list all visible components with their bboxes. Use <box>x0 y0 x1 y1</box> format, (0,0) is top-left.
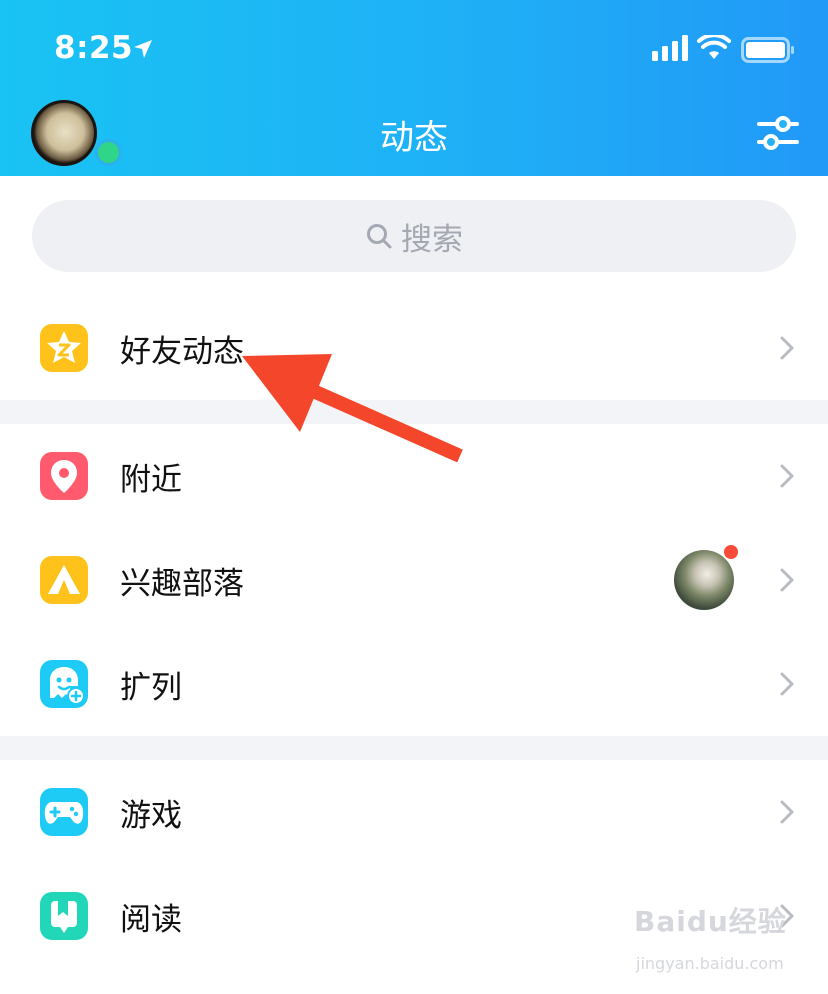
search-bar[interactable]: 搜索 <box>32 200 796 272</box>
menu-item-label: 阅读 <box>120 902 182 938</box>
menu-item-label: 扩列 <box>120 670 182 706</box>
location-arrow-icon <box>134 40 152 58</box>
section-divider <box>0 736 828 760</box>
menu-item-label: 好友动态 <box>120 334 244 370</box>
star-icon <box>40 324 88 372</box>
menu-item-label: 附近 <box>120 462 182 498</box>
watermark-logo-text: Baidu经验 <box>634 905 787 938</box>
location-pin-icon <box>40 452 88 500</box>
chevron-right-icon <box>780 464 794 488</box>
menu-item-friends-feed[interactable]: 好友动态 <box>0 296 828 400</box>
header-bar: 8:25 动态 <box>0 0 828 176</box>
menu-item-expand-friends[interactable]: 扩列 <box>0 632 828 736</box>
search-placeholder: 搜索 <box>401 221 463 258</box>
ghost-add-icon <box>40 660 88 708</box>
gamepad-icon <box>40 788 88 836</box>
notification-dot <box>722 543 740 561</box>
watermark-url: jingyan.baidu.com <box>636 954 784 973</box>
menu-item-label: 兴趣部落 <box>120 566 244 602</box>
menu-item-nearby[interactable]: 附近 <box>0 424 828 528</box>
tent-icon <box>40 556 88 604</box>
wifi-icon <box>697 35 731 59</box>
chevron-right-icon <box>780 336 794 360</box>
status-time: 8:25 <box>54 30 134 66</box>
chevron-right-icon <box>780 672 794 696</box>
battery-icon <box>741 37 794 63</box>
chevron-right-icon <box>780 568 794 592</box>
cellular-signal-icon <box>652 35 688 61</box>
search-icon <box>367 224 392 249</box>
watermark: Baidu经验 jingyan.baidu.com <box>634 900 794 980</box>
page-title: 动态 <box>380 118 448 158</box>
chevron-right-icon <box>780 800 794 824</box>
menu-item-label: 游戏 <box>120 798 182 834</box>
filter-settings-icon[interactable] <box>757 114 799 152</box>
book-icon <box>40 892 88 940</box>
menu-item-games[interactable]: 游戏 <box>0 760 828 864</box>
section-divider <box>0 400 828 424</box>
